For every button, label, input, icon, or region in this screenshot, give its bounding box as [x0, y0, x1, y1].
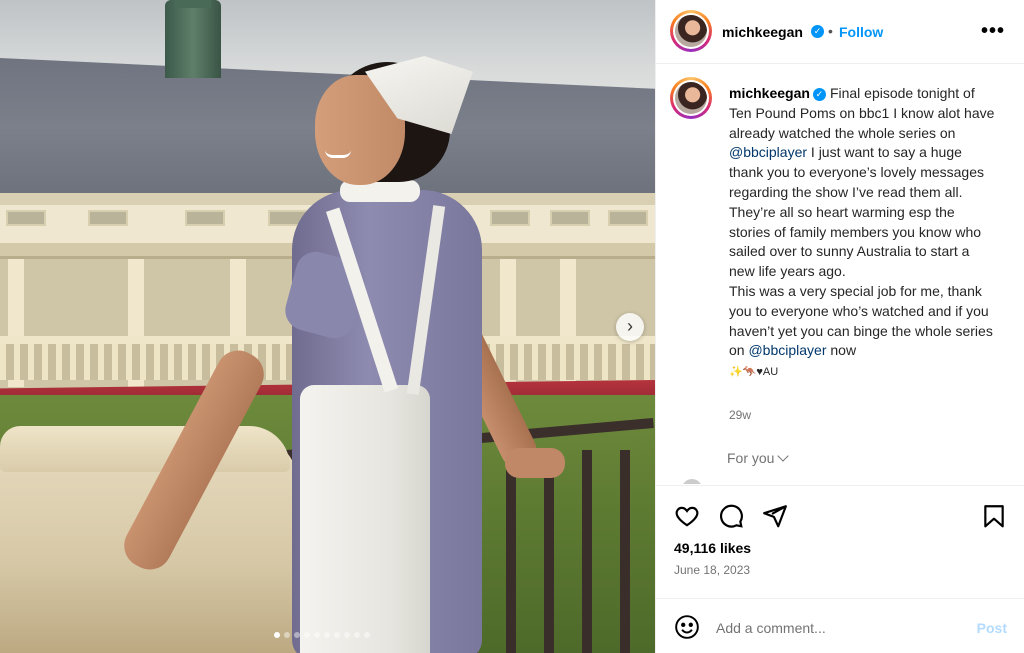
like-heart-icon[interactable] — [674, 503, 700, 529]
stone-wall-cap — [0, 426, 290, 472]
post-image[interactable]: › — [0, 0, 655, 653]
comment-input[interactable] — [716, 617, 956, 639]
figure-apron — [300, 385, 430, 653]
mention-link[interactable]: @bbciplayer — [748, 342, 826, 358]
post-date[interactable]: June 18, 2023 — [674, 563, 750, 577]
figure-smile — [325, 150, 351, 158]
building-window — [550, 210, 590, 226]
comments-area[interactable]: michkeegan ✓ Final episode tonight of Ten … — [656, 65, 1024, 484]
caption-timestamp[interactable]: 29w — [729, 408, 751, 422]
emoji-smiley-icon[interactable] — [674, 614, 700, 640]
carousel-dot — [364, 632, 370, 638]
comment-composer: Post — [656, 598, 1024, 653]
caption-emoji-line: ✨🦘♥AU — [729, 366, 779, 379]
carousel-indicator — [274, 632, 370, 640]
for-you-toggle[interactable]: For you — [727, 450, 790, 466]
building-window — [88, 210, 128, 226]
caption-username[interactable]: michkeegan — [729, 85, 810, 101]
verified-badge-icon: ✓ — [812, 87, 826, 101]
post-sidebar: michkeegan ✓ • Follow ••• michkeegan ✓ Fin… — [655, 0, 1024, 653]
likes-count[interactable]: 49,116 likes — [674, 540, 751, 556]
carousel-dot — [334, 632, 340, 638]
for-you-label: For you — [727, 450, 775, 466]
next-comment-avatar — [682, 479, 702, 484]
building-window — [185, 210, 225, 226]
carousel-dot — [274, 632, 280, 638]
building-window — [608, 210, 648, 226]
post-header: michkeegan ✓ • Follow ••• — [656, 0, 1024, 64]
chevron-right-icon: › — [627, 316, 633, 336]
carousel-dot — [314, 632, 320, 638]
carousel-dot — [344, 632, 350, 638]
building-cupola — [165, 0, 221, 78]
post-comment-button[interactable]: Post — [977, 620, 1007, 636]
carousel-dot — [354, 632, 360, 638]
caption-text-2: I just want to say a huge thank you to e… — [729, 144, 984, 280]
post-actions: 49,116 likes June 18, 2023 — [656, 485, 1024, 597]
avatar[interactable] — [670, 10, 712, 52]
carousel-dot — [294, 632, 300, 638]
caption-text-4: now — [826, 342, 857, 359]
header-username[interactable]: michkeegan — [722, 24, 803, 40]
avatar-image — [675, 15, 707, 47]
post-caption: michkeegan ✓ Final episode tonight of Ten … — [729, 84, 999, 383]
carousel-dot — [304, 632, 310, 638]
verified-badge-icon: ✓ — [811, 25, 824, 38]
carousel-next-button[interactable]: › — [616, 313, 644, 341]
caption-avatar[interactable] — [670, 77, 712, 119]
carousel-dot — [284, 632, 290, 638]
mention-link[interactable]: @bbciplayer — [729, 144, 807, 160]
building-window — [6, 210, 46, 226]
share-paper-plane-icon[interactable] — [762, 503, 788, 529]
more-horizontal-icon[interactable]: ••• — [981, 20, 1005, 43]
save-bookmark-icon[interactable] — [981, 503, 1007, 529]
chevron-down-icon — [777, 450, 790, 462]
building-window — [490, 210, 530, 226]
carousel-dot — [324, 632, 330, 638]
figure-hand — [505, 448, 565, 478]
avatar-image — [675, 82, 707, 114]
follow-button[interactable]: Follow — [839, 24, 883, 40]
header-separator: • — [828, 23, 833, 39]
comment-bubble-icon[interactable] — [718, 503, 744, 529]
